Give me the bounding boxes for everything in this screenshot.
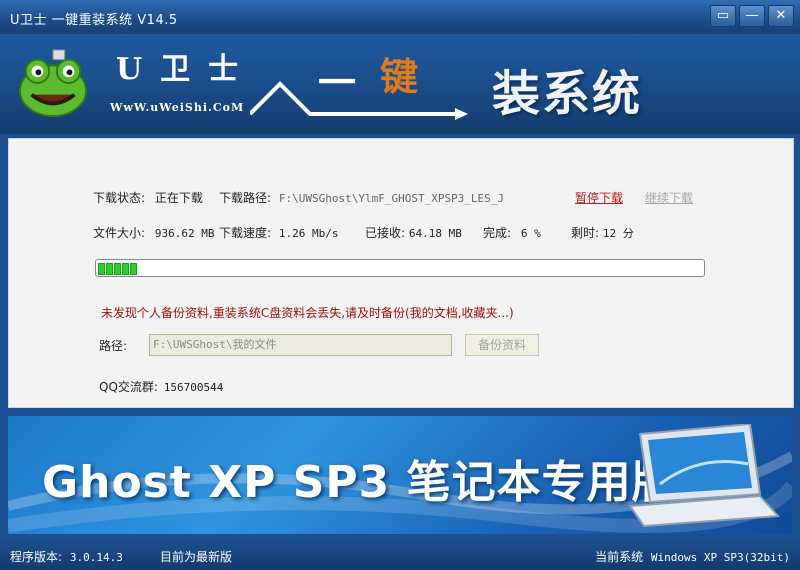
- site-url: WwW.uWeiShi.CoM: [110, 101, 245, 114]
- status-label: 下载状态:: [93, 191, 146, 205]
- slogan-part1: 一: [318, 61, 357, 105]
- current-system-value: Windows XP SP3(32bit): [650, 551, 790, 564]
- main-panel: 下载状态: 正在下载 下载路径: F:\UWSGhost\YlmF_GHOST_…: [8, 138, 794, 408]
- progress-segment: [122, 263, 129, 275]
- remaining-value: 12 分: [602, 227, 634, 240]
- slogan-part3: 装系统: [492, 66, 643, 122]
- pause-download-link[interactable]: 暂停下载: [575, 189, 623, 206]
- file-size-value: 936.62 MB: [154, 227, 215, 240]
- version-value: 3.0.14.3: [69, 551, 123, 564]
- current-system-info: 当前系统 Windows XP SP3(32bit): [595, 548, 790, 565]
- backup-path-label: 路径:: [99, 339, 128, 353]
- brand-name: U卫士: [116, 52, 257, 87]
- minimize-button[interactable]: —: [739, 5, 765, 27]
- speed-value: 1.26 Mb/s: [278, 227, 339, 240]
- speed-label: 下载速度:: [219, 226, 272, 240]
- qq-group-row: QQ交流群: 156700544: [99, 378, 223, 395]
- backup-warning: 未发现个人备份资料,重装系统C盘资料会丢失,请及时备份(我的文档,收藏夹...): [101, 306, 514, 320]
- feedback-button[interactable]: ▭: [710, 5, 736, 27]
- laptop-icon: [628, 424, 780, 528]
- received-value: 64.18 MB: [408, 227, 462, 240]
- qq-group-value: 156700544: [163, 381, 224, 394]
- download-progress-bar: [95, 259, 705, 277]
- remaining-row: 剩时: 12 分: [571, 224, 634, 241]
- complete-label: 完成:: [483, 226, 512, 240]
- backup-path-input[interactable]: F:\UWSGhost\我的文件: [149, 334, 452, 356]
- received-label: 已接收:: [365, 226, 406, 240]
- ad-text: Ghost XP SP3 笔记本专用版: [42, 457, 677, 508]
- progress-segment: [106, 263, 113, 275]
- progress-segment: [98, 263, 105, 275]
- download-path-value: F:\UWSGhost\YlmF_GHOST_XPSP3_LES_J: [278, 192, 505, 205]
- file-size-label: 文件大小:: [93, 226, 146, 240]
- latest-version-note: 目前为最新版: [160, 550, 233, 564]
- header-banner: U卫士 WwW.uWeiShi.CoM 一 键 装系统: [0, 34, 800, 134]
- received-row: 已接收: 64.18 MB: [365, 224, 462, 241]
- download-status-row: 下载状态: 正在下载: [93, 189, 203, 206]
- qq-group-label: QQ交流群:: [99, 380, 158, 394]
- remaining-label: 剩时:: [571, 226, 600, 240]
- version-info: 程序版本: 3.0.14.3: [10, 548, 123, 565]
- progress-segment: [114, 263, 121, 275]
- speed-row: 下载速度: 1.26 Mb/s: [219, 224, 338, 241]
- complete-value: 6 %: [520, 227, 541, 240]
- backup-button[interactable]: 备份资料: [465, 334, 539, 356]
- slogan-part2: 键: [380, 54, 419, 99]
- version-label: 程序版本:: [10, 550, 63, 564]
- download-path-label: 下载路径:: [219, 191, 272, 205]
- arrow-decoration: [250, 81, 468, 120]
- window-title: U卫士 一键重装系统 V14.5: [10, 13, 178, 28]
- frog-logo-icon: [18, 49, 88, 118]
- download-path-row: 下载路径: F:\UWSGhost\YlmF_GHOST_XPSP3_LES_J: [219, 189, 504, 206]
- app-window: U卫士 一键重装系统 V14.5 ▭ — ✕ U卫士 WwW.uWeiShi.C…: [0, 0, 800, 570]
- resume-download-link[interactable]: 继续下载: [645, 189, 693, 206]
- window-controls: ▭ — ✕: [710, 5, 794, 27]
- status-bar: 程序版本: 3.0.14.3 目前为最新版 当前系统 Windows XP SP…: [0, 540, 800, 570]
- progress-segment: [130, 263, 137, 275]
- complete-row: 完成: 6 %: [483, 224, 541, 241]
- file-size-row: 文件大小: 936.62 MB: [93, 224, 214, 241]
- close-button[interactable]: ✕: [768, 5, 794, 27]
- ad-banner[interactable]: Ghost XP SP3 笔记本专用版: [8, 416, 792, 534]
- status-value: 正在下载: [154, 191, 203, 205]
- title-bar[interactable]: U卫士 一键重装系统 V14.5 ▭ — ✕: [0, 0, 800, 34]
- current-system-label: 当前系统: [595, 550, 644, 564]
